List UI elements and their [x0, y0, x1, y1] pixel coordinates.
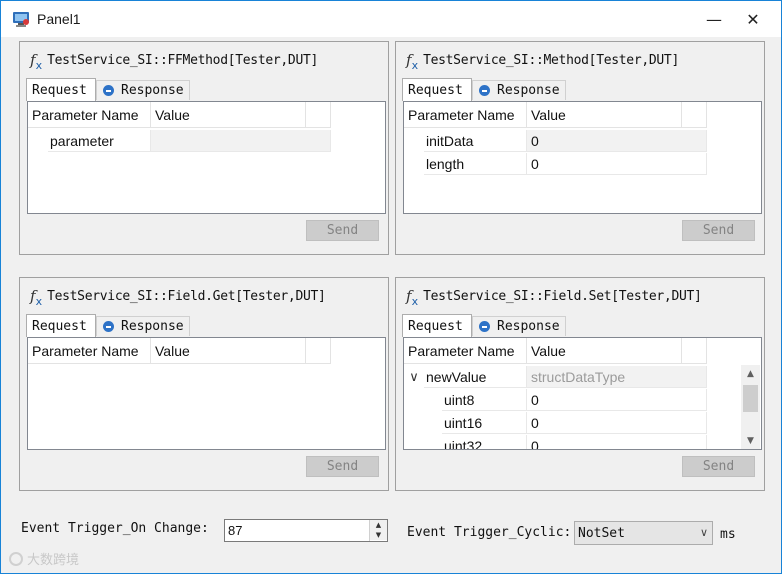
param-value-cell[interactable]: 0: [527, 435, 707, 449]
param-name-cell: parameter: [48, 130, 151, 152]
param-value-cell[interactable]: [151, 130, 331, 152]
response-icon: [479, 85, 490, 96]
parameter-grid[interactable]: Parameter Name Value initData 0 length 0: [403, 101, 762, 214]
app-icon: [13, 12, 29, 27]
panel-title: fx TestService_SI::FFMethod[Tester,DUT]: [30, 50, 319, 72]
panel-window: Panel1 — ✕ fx TestService_SI::FFMethod[T…: [0, 0, 782, 574]
panel-ffmethod: fx TestService_SI::FFMethod[Tester,DUT] …: [19, 41, 389, 255]
panel-title: fx TestService_SI::Field.Set[Tester,DUT]: [406, 286, 702, 308]
response-icon: [103, 85, 114, 96]
tab-response-label: Response: [497, 319, 560, 334]
scroll-up-icon[interactable]: ▲: [741, 365, 760, 382]
unit-label: ms: [720, 527, 736, 542]
on-change-label: Event Trigger_On Change:: [21, 521, 209, 536]
tab-response[interactable]: Response: [96, 316, 190, 336]
col-value[interactable]: Value: [527, 102, 682, 128]
param-value-cell[interactable]: 0: [527, 130, 707, 152]
tab-request[interactable]: Request: [402, 78, 472, 101]
function-icon: fx: [30, 286, 43, 308]
panel-field-get: fx TestService_SI::Field.Get[Tester,DUT]…: [19, 277, 389, 491]
tab-response-label: Response: [121, 319, 184, 334]
scroll-thumb[interactable]: [743, 385, 758, 412]
panel-title-text: TestService_SI::FFMethod[Tester,DUT]: [47, 52, 319, 68]
param-name-cell: length: [424, 153, 527, 175]
panel-title-text: TestService_SI::Field.Set[Tester,DUT]: [423, 288, 702, 304]
parameter-grid[interactable]: Parameter Name Value ∨ newValue structDa…: [403, 337, 762, 450]
col-parameter-name[interactable]: Parameter Name: [404, 102, 527, 128]
panel-method: fx TestService_SI::Method[Tester,DUT] Re…: [395, 41, 765, 255]
col-extra: [306, 338, 331, 364]
function-icon: fx: [30, 50, 43, 72]
tab-response[interactable]: Response: [96, 80, 190, 100]
param-value-cell[interactable]: structDataType: [527, 366, 707, 388]
tab-request[interactable]: Request: [402, 314, 472, 337]
vertical-scrollbar[interactable]: ▲ ▼: [741, 365, 760, 449]
panel-title: fx TestService_SI::Method[Tester,DUT]: [406, 50, 679, 72]
send-button[interactable]: Send: [682, 456, 755, 477]
watermark-icon: [9, 551, 23, 566]
panel-title-text: TestService_SI::Field.Get[Tester,DUT]: [47, 288, 326, 304]
tab-response-label: Response: [121, 83, 184, 98]
send-button[interactable]: Send: [682, 220, 755, 241]
parameter-grid[interactable]: Parameter Name Value: [27, 337, 386, 450]
watermark-text: 大数跨境: [27, 553, 80, 568]
scroll-down-icon[interactable]: ▼: [741, 432, 760, 449]
response-icon: [479, 321, 490, 332]
on-change-value[interactable]: 87: [228, 523, 242, 538]
parameter-grid[interactable]: Parameter Name Value parameter: [27, 101, 386, 214]
close-button[interactable]: ✕: [730, 1, 776, 37]
window-title: Panel1: [37, 11, 81, 27]
col-value[interactable]: Value: [527, 338, 682, 364]
response-icon: [103, 321, 114, 332]
cyclic-value: NotSet: [578, 526, 625, 541]
cyclic-label: Event Trigger_Cyclic:: [407, 525, 572, 540]
col-parameter-name[interactable]: Parameter Name: [404, 338, 527, 364]
on-change-spinbox[interactable]: 87 ▲ ▼: [224, 519, 388, 542]
title-bar: Panel1 — ✕: [1, 1, 781, 37]
param-name-cell: uint8: [442, 389, 527, 411]
send-button[interactable]: Send: [306, 220, 379, 241]
param-name-cell: uint32: [442, 435, 527, 449]
col-extra: [682, 338, 707, 364]
panel-title-text: TestService_SI::Method[Tester,DUT]: [423, 52, 679, 68]
param-value-cell[interactable]: 0: [527, 153, 707, 175]
chevron-down-icon[interactable]: ∨: [404, 366, 424, 388]
spin-down-icon[interactable]: ▼: [370, 530, 387, 540]
col-parameter-name[interactable]: Parameter Name: [28, 338, 151, 364]
tab-request[interactable]: Request: [26, 78, 96, 101]
panel-field-set: fx TestService_SI::Field.Set[Tester,DUT]…: [395, 277, 765, 491]
param-value-cell[interactable]: 0: [527, 389, 707, 411]
tab-request[interactable]: Request: [26, 314, 96, 337]
param-name-cell: initData: [424, 130, 527, 152]
watermark: 大数跨境: [9, 549, 79, 568]
tab-response-label: Response: [497, 83, 560, 98]
param-name-cell: uint16: [442, 412, 527, 434]
param-value-cell[interactable]: 0: [527, 412, 707, 434]
param-name-cell: newValue: [424, 366, 527, 388]
tab-response[interactable]: Response: [472, 80, 566, 100]
col-extra: [682, 102, 707, 128]
chevron-down-icon: ∨: [699, 526, 708, 539]
send-button[interactable]: Send: [306, 456, 379, 477]
function-icon: fx: [406, 50, 419, 72]
function-icon: fx: [406, 286, 419, 308]
panel-title: fx TestService_SI::Field.Get[Tester,DUT]: [30, 286, 326, 308]
col-value[interactable]: Value: [151, 102, 306, 128]
col-value[interactable]: Value: [151, 338, 306, 364]
tab-response[interactable]: Response: [472, 316, 566, 336]
col-parameter-name[interactable]: Parameter Name: [28, 102, 151, 128]
col-extra: [306, 102, 331, 128]
cyclic-select[interactable]: NotSet ∨: [574, 521, 713, 545]
